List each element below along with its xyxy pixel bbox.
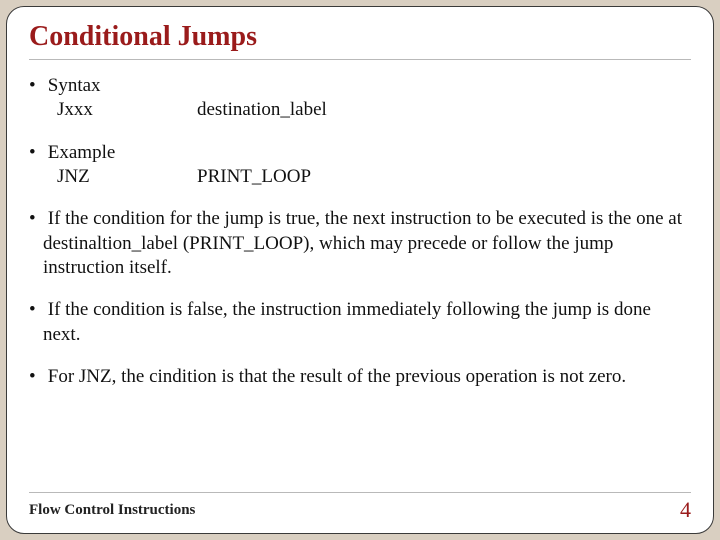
bullet-syntax: • Syntax Jxxx destination_label: [29, 74, 691, 123]
bullet-false-text: If the condition is false, the instructi…: [43, 299, 651, 344]
example-mnemonic: JNZ: [57, 165, 197, 189]
bullet-dot: •: [29, 141, 43, 165]
page-number: 4: [680, 497, 691, 523]
bullet-syntax-label: Syntax: [48, 75, 101, 96]
slide-title: Conditional Jumps: [29, 21, 691, 60]
bullet-dot: •: [29, 74, 43, 98]
bullet-true-text: If the condition for the jump is true, t…: [43, 208, 682, 278]
slide-footer: Flow Control Instructions 4: [29, 492, 691, 523]
bullet-dot: •: [29, 207, 43, 231]
bullet-dot: •: [29, 365, 43, 389]
bullet-example-label: Example: [48, 142, 116, 163]
footer-title: Flow Control Instructions: [29, 502, 195, 519]
bullet-jnz-text: For JNZ, the cindition is that the resul…: [48, 366, 626, 387]
bullet-false-case: • If the condition is false, the instruc…: [29, 298, 691, 347]
example-operand: PRINT_LOOP: [197, 165, 691, 189]
slide-content: • Syntax Jxxx destination_label • Exampl…: [29, 74, 691, 488]
syntax-operand: destination_label: [197, 98, 691, 122]
bullet-jnz-condition: • For JNZ, the cindition is that the res…: [29, 365, 691, 389]
syntax-mnemonic: Jxxx: [57, 98, 197, 122]
bullet-dot: •: [29, 298, 43, 322]
bullet-true-case: • If the condition for the jump is true,…: [29, 207, 691, 280]
bullet-example: • Example JNZ PRINT_LOOP: [29, 141, 691, 190]
slide-card: Conditional Jumps • Syntax Jxxx destinat…: [6, 6, 714, 534]
